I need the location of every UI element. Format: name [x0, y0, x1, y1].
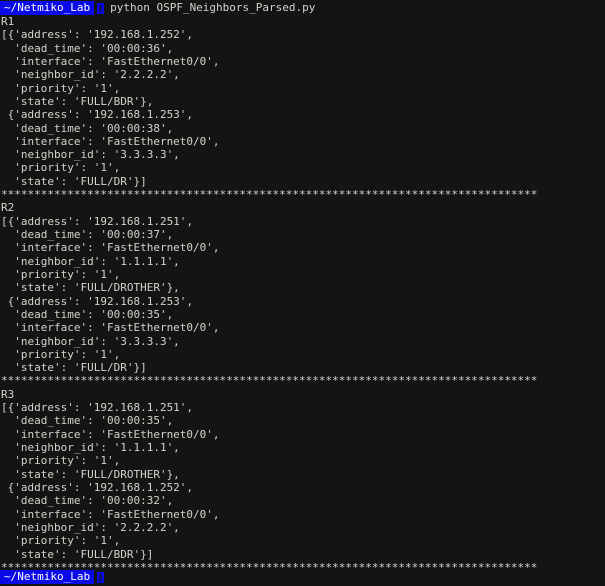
output-line: 'interface': 'FastEthernet0/0', — [1, 507, 220, 521]
output-line: 'dead_time': '00:00:35', — [1, 414, 174, 428]
output-line: 'neighbor_id': '1.1.1.1', — [1, 254, 180, 268]
output-line: 'dead_time': '00:00:32', — [1, 494, 174, 508]
output-line: 'state': 'FULL/BDR'}] — [1, 547, 154, 561]
output-line: 'dead_time': '00:00:37', — [1, 228, 174, 241]
output-line: 'neighbor_id': '3.3.3.3', — [1, 334, 180, 348]
command-text: python OSPF_Neighbors_Parsed.py — [110, 1, 316, 15]
output-line: 'priority': '1', — [1, 347, 121, 361]
output-line: [{'address': '192.168.1.251', — [1, 401, 194, 415]
output-line: 'interface': 'FastEthernet0/0', — [1, 241, 220, 255]
cursor-block-icon — [97, 2, 105, 14]
output-line: 'neighbor_id': '2.2.2.2', — [1, 68, 180, 82]
bottom-cursor-block-icon — [97, 571, 105, 583]
output-line: R2 — [1, 201, 15, 215]
output-line: R3 — [1, 387, 15, 401]
output-line: 'state': 'FULL/BDR'}, — [1, 94, 154, 108]
output-line: 'neighbor_id': '1.1.1.1', — [1, 441, 180, 454]
output-line: [{'address': '192.168.1.252', — [1, 28, 194, 42]
output-line: 'interface': 'FastEthernet0/0', — [1, 134, 220, 148]
output-line: 'neighbor_id': '2.2.2.2', — [1, 520, 180, 534]
prompt-path-badge: ~/Netmiko_Lab — [0, 1, 95, 15]
output-line: 'state': 'FULL/DR'}] — [1, 174, 147, 188]
separator-line: ****************************************… — [1, 188, 538, 202]
separator-line: ****************************************… — [1, 374, 538, 388]
output-line: R1 — [1, 15, 15, 28]
output-line: {'address': '192.168.1.253', — [1, 294, 194, 308]
command-prompt-line: ~/Netmiko_Lab python OSPF_Neighbors_Pars… — [0, 1, 605, 15]
output-line: 'state': 'FULL/DROTHER'}, — [1, 281, 180, 295]
bottom-prompt-path-badge: ~/Netmiko_Lab — [0, 570, 95, 584]
terminal-window[interactable]: ~/Netmiko_Lab python OSPF_Neighbors_Pars… — [0, 0, 605, 586]
output-line: 'neighbor_id': '3.3.3.3', — [1, 148, 180, 162]
output-line: 'dead_time': '00:00:38', — [1, 121, 174, 135]
output-line: 'priority': '1', — [1, 454, 121, 468]
output-line: 'priority': '1', — [1, 81, 121, 95]
command-output: R1 [{'address': '192.168.1.252', 'dead_ti… — [0, 15, 605, 574]
output-line: 'interface': 'FastEthernet0/0', — [1, 54, 220, 68]
output-line: 'dead_time': '00:00:35', — [1, 307, 174, 321]
output-line: 'priority': '1', — [1, 161, 121, 175]
output-line: 'state': 'FULL/DR'}] — [1, 361, 147, 375]
output-line: {'address': '192.168.1.252', — [1, 480, 194, 494]
output-line: 'state': 'FULL/DROTHER'}, — [1, 467, 180, 481]
output-line: 'interface': 'FastEthernet0/0', — [1, 321, 220, 335]
output-line: 'dead_time': '00:00:36', — [1, 41, 174, 55]
terminal-screen[interactable]: ~/Netmiko_Lab python OSPF_Neighbors_Pars… — [0, 0, 605, 574]
output-line: {'address': '192.168.1.253', — [1, 108, 194, 122]
output-line: 'priority': '1', — [1, 267, 121, 281]
output-line: [{'address': '192.168.1.251', — [1, 214, 194, 228]
output-line: 'interface': 'FastEthernet0/0', — [1, 427, 220, 441]
output-line: 'priority': '1', — [1, 534, 121, 548]
bottom-prompt-line[interactable]: ~/Netmiko_Lab — [0, 570, 105, 584]
